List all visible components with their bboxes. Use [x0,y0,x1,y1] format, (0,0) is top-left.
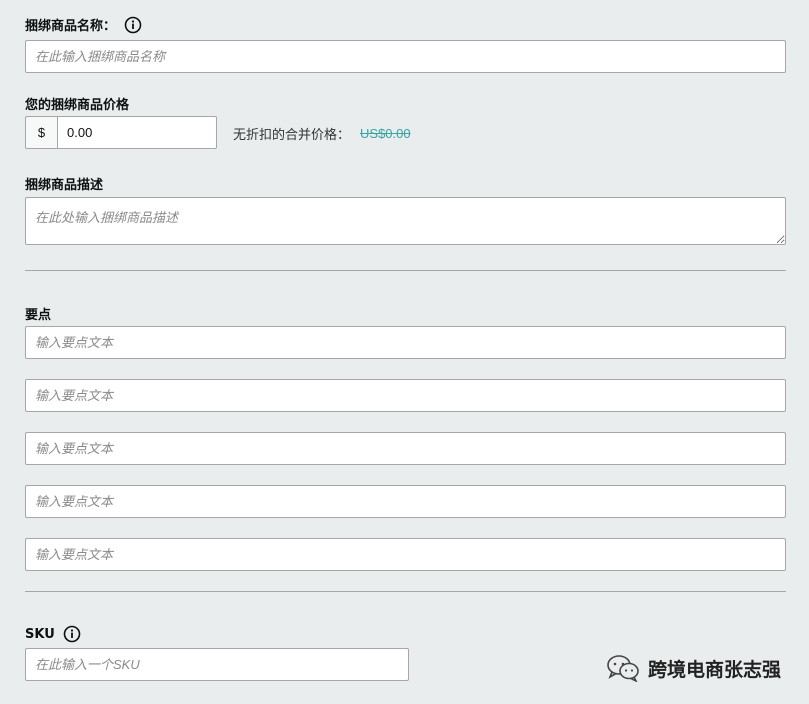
bundle-price-input[interactable] [57,116,217,149]
bundle-name-label: 捆绑商品名称： [25,15,142,34]
combined-price-label: 无折扣的合并价格： [233,127,351,142]
bullet-points-label: 要点 [25,304,51,323]
info-icon[interactable] [124,16,142,34]
info-icon[interactable] [63,625,81,643]
wechat-icon [607,655,639,682]
bullet-point-input[interactable] [25,326,786,359]
combined-price-info: 无折扣的合并价格： US$0.00 [233,124,411,143]
bundle-description-label-text: 捆绑商品描述 [25,178,104,193]
bundle-description-label: 捆绑商品描述 [25,174,103,193]
sku-label-text: SKU [25,626,55,642]
bundle-name-input[interactable] [25,40,786,73]
bullet-point-input[interactable] [25,485,786,518]
bullet-points-label-text: 要点 [25,308,52,323]
bundle-description-wrapper [25,197,786,245]
sku-input[interactable] [25,648,409,681]
combined-price-value: US$0.00 [360,126,411,141]
section-divider [25,270,786,271]
bullet-point-input[interactable] [25,538,786,571]
sku-label: SKU [25,625,81,643]
bullet-point-input[interactable] [25,432,786,465]
bundle-price-label-text: 您的捆绑商品价格 [25,98,130,113]
bullet-point-input[interactable] [25,379,786,412]
bundle-description-textarea[interactable] [25,197,786,245]
section-divider [25,591,786,592]
bundle-name-label-text: 捆绑商品名称： [25,19,117,34]
watermark: 跨境电商张志强 [606,654,781,682]
watermark-text: 跨境电商张志强 [648,658,782,681]
currency-symbol: $ [25,116,57,149]
bundle-price-label: 您的捆绑商品价格 [25,94,129,113]
